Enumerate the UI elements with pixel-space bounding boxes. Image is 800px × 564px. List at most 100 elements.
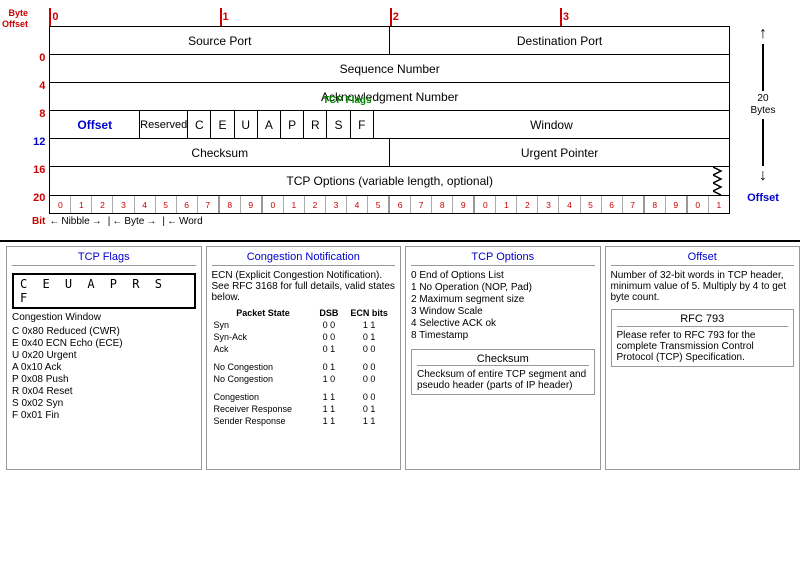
option-4: 4 Selective ACK ok <box>411 318 595 329</box>
option-3: 3 Window Scale <box>411 306 595 317</box>
flag-c: C 0x80 Reduced (CWR) <box>12 326 196 337</box>
cell-flag-e: E <box>211 111 234 138</box>
byte-ruler-label: Byte <box>124 216 144 227</box>
table-row: Congestion1 10 0 <box>212 391 396 403</box>
bit-21: 1 <box>496 196 517 213</box>
bit-8: 8 <box>220 196 241 213</box>
cell-flag-a: A <box>258 111 281 138</box>
flag-p: P 0x08 Push <box>12 374 196 385</box>
bit-2: 2 <box>92 196 113 213</box>
bit-23: 3 <box>538 196 559 213</box>
bit-18: 8 <box>432 196 453 213</box>
cell-flag-r: R <box>304 111 327 138</box>
bit-20: 0 <box>475 196 496 213</box>
row-checksum: Checksum Urgent Pointer <box>50 139 729 167</box>
tcp-header-grid: Source Port Destination Port Sequence Nu… <box>49 26 730 196</box>
bit-17: 7 <box>411 196 432 213</box>
flag-r: R 0x04 Reset <box>12 386 196 397</box>
bit-19: 9 <box>453 196 475 213</box>
bit-5: 5 <box>156 196 177 213</box>
bit-29: 9 <box>666 196 688 213</box>
bit-label: Bit <box>32 212 45 230</box>
diagram-area: Byte Offset 0 4 8 12 16 20 Bit 0 1 2 3 <box>0 0 800 234</box>
cell-checksum: Checksum <box>50 139 390 166</box>
flags-display: C E U A P R S F <box>12 273 196 309</box>
right-annotations: ↑ 20Bytes ↓ Offset <box>730 8 790 230</box>
cell-options: TCP Options (variable length, optional) <box>50 167 729 195</box>
table-row: Sender Response1 11 1 <box>212 415 396 427</box>
table-row: No Congestion1 00 0 <box>212 373 396 385</box>
bit-6: 6 <box>177 196 198 213</box>
cell-seq-num: Sequence Number <box>50 55 729 82</box>
nibble-label: Nibble <box>61 216 89 227</box>
options-list: 0 End of Options List 1 No Operation (NO… <box>411 270 595 341</box>
row-flags: Offset Reserved TCP Flags C E U A P R S … <box>50 111 729 139</box>
congestion-window-label: Congestion Window <box>12 312 196 323</box>
bit-1: 1 <box>71 196 92 213</box>
offset-right-label: Offset <box>747 192 779 204</box>
diagram-wrapper: 0 4 8 12 16 20 Bit 0 1 2 3 Source Port <box>32 8 790 230</box>
bit-30: 0 <box>688 196 709 213</box>
cell-reserved: Reserved <box>140 111 188 138</box>
table-row: Syn0 01 1 <box>212 319 396 331</box>
panel-tcp-flags: TCP Flags C E U A P R S F Congestion Win… <box>6 246 202 470</box>
offset-8: 8 <box>39 100 45 128</box>
table-row: No Congestion0 10 0 <box>212 361 396 373</box>
row-sequence: Sequence Number <box>50 55 729 83</box>
bit-22: 2 <box>517 196 538 213</box>
bit-4: 4 <box>135 196 156 213</box>
flag-u: U 0x20 Urgent <box>12 350 196 361</box>
panel-options-title: TCP Options <box>411 251 595 266</box>
bit-major-3: 3 <box>560 8 730 26</box>
panel-congestion: Congestion Notification ECN (Explicit Co… <box>206 246 402 470</box>
table-row: Syn-Ack0 00 1 <box>212 331 396 343</box>
rfc-title: RFC 793 <box>617 313 789 327</box>
cell-source-port: Source Port <box>50 27 390 54</box>
cell-flag-f: F <box>351 111 374 138</box>
congestion-table: Packet State DSB ECN bits Syn0 01 1 Syn-… <box>212 307 396 427</box>
panel-offset-title: Offset <box>611 251 795 266</box>
bit-major-1: 1 <box>220 8 390 26</box>
bit-28: 8 <box>645 196 666 213</box>
rfc-box: RFC 793 Please refer to RFC 793 for the … <box>611 309 795 367</box>
offset-0: 0 <box>39 44 45 72</box>
offset-desc: Number of 32-bit words in TCP header, mi… <box>611 270 795 303</box>
bit-major-2: 2 <box>390 8 560 26</box>
table-row: Receiver Response1 10 1 <box>212 403 396 415</box>
checksum-desc: Checksum of entire TCP segment and pseud… <box>417 369 589 391</box>
left-labels: 0 4 8 12 16 20 Bit <box>32 8 49 230</box>
bit-16: 6 <box>390 196 411 213</box>
word-ruler-label: Word <box>179 216 203 227</box>
col-packet-state: Packet State <box>212 307 315 319</box>
ruler-row: ← Nibble → | ← Byte → | ← Word <box>49 216 730 227</box>
top-bit-numbers: 0 1 2 3 <box>49 8 730 26</box>
bit-24: 4 <box>559 196 580 213</box>
panel-tcp-options: TCP Options 0 End of Options List 1 No O… <box>405 246 601 470</box>
offset-20: 20 <box>33 184 45 212</box>
cell-flag-u: U <box>235 111 258 138</box>
bit-numbers-row: 0 1 2 3 4 5 6 7 8 9 0 1 2 3 4 5 6 7 8 9 <box>49 196 730 214</box>
bit-13: 3 <box>326 196 347 213</box>
bit-10: 0 <box>263 196 284 213</box>
bit-15: 5 <box>368 196 390 213</box>
bottom-section: TCP Flags C E U A P R S F Congestion Win… <box>0 240 800 470</box>
bit-major-0: 0 <box>49 8 219 26</box>
tcp-flags-label-diagram: TCP Flags <box>262 95 432 106</box>
byte-offset-header: Byte Offset <box>2 8 28 30</box>
cell-offset: Offset <box>50 111 140 138</box>
panel-congestion-title: Congestion Notification <box>212 251 396 266</box>
twenty-bytes-label: 20Bytes <box>750 93 775 117</box>
cell-window: Window <box>374 111 729 138</box>
offset-16: 16 <box>33 156 45 184</box>
bit-9: 9 <box>241 196 263 213</box>
cell-flag-s: S <box>327 111 350 138</box>
bit-27: 7 <box>623 196 645 213</box>
bit-3: 3 <box>113 196 134 213</box>
table-row: Ack0 10 0 <box>212 343 396 355</box>
offset-4: 4 <box>39 72 45 100</box>
option-0: 0 End of Options List <box>411 270 595 281</box>
option-2: 2 Maximum segment size <box>411 294 595 305</box>
flag-a: A 0x10 Ack <box>12 362 196 373</box>
flag-e: E 0x40 ECN Echo (ECE) <box>12 338 196 349</box>
checksum-box: Checksum Checksum of entire TCP segment … <box>411 349 595 395</box>
